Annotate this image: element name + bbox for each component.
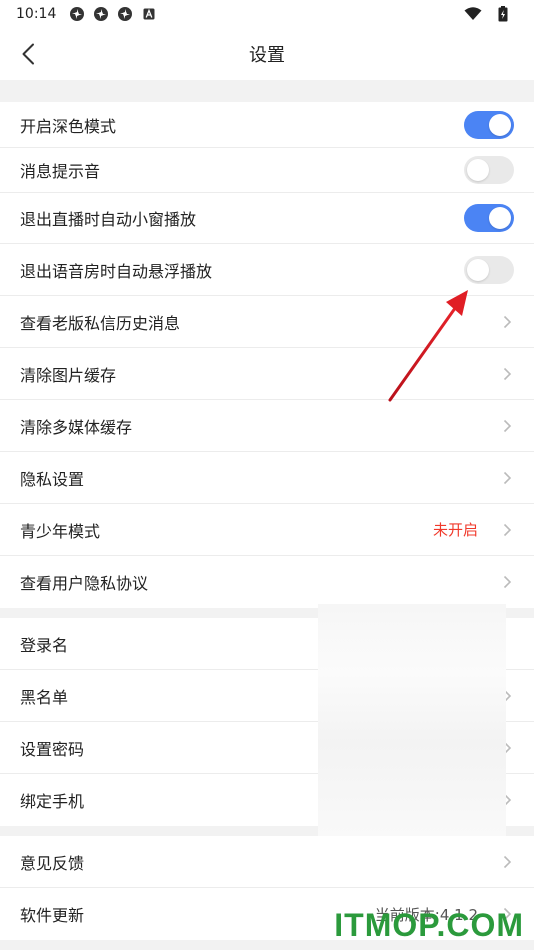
setting-label: 查看用户隐私协议 xyxy=(20,574,149,593)
teen-mode-status: 未开启 xyxy=(432,521,478,539)
blurred-redaction xyxy=(318,604,506,836)
pinwheel-icon xyxy=(68,5,86,23)
pinwheel-icon xyxy=(116,5,134,23)
message-sound-toggle[interactable] xyxy=(464,156,514,184)
dark-mode-toggle[interactable] xyxy=(464,110,514,139)
setting-privacy-agreement[interactable]: 查看用户隐私协议 xyxy=(0,556,534,608)
a-icon xyxy=(140,5,158,23)
pinwheel-icon xyxy=(92,5,110,23)
setting-label: 开启深色模式 xyxy=(20,116,117,136)
setting-privacy[interactable]: 隐私设置 xyxy=(0,452,534,504)
setting-live-mini-window[interactable]: 退出直播时自动小窗播放 xyxy=(0,193,534,244)
setting-label: 黑名单 xyxy=(20,687,69,707)
setting-label: 设置密码 xyxy=(20,739,85,759)
chevron-right-icon xyxy=(500,855,514,869)
setting-feedback[interactable]: 意见反馈 xyxy=(0,836,534,888)
setting-message-sound[interactable]: 消息提示音 xyxy=(0,148,534,193)
setting-label: 绑定手机 xyxy=(20,792,85,811)
back-icon[interactable] xyxy=(14,40,42,68)
chevron-right-icon xyxy=(500,523,514,537)
chevron-right-icon xyxy=(500,419,514,433)
chevron-right-icon xyxy=(500,471,514,485)
setting-label: 软件更新 xyxy=(20,906,85,925)
chevron-right-icon xyxy=(500,367,514,381)
setting-label: 清除图片缓存 xyxy=(20,365,117,385)
chevron-right-icon xyxy=(500,575,514,589)
setting-teen-mode[interactable]: 青少年模式 未开启 xyxy=(0,504,534,556)
battery-icon xyxy=(494,5,512,23)
setting-label: 青少年模式 xyxy=(20,521,101,541)
wifi-icon xyxy=(464,5,482,23)
setting-label: 消息提示音 xyxy=(20,162,101,181)
nav-bar: 设置 xyxy=(0,28,534,80)
setting-label: 退出语音房时自动悬浮播放 xyxy=(20,261,213,281)
page-title: 设置 xyxy=(249,45,285,66)
setting-label: 隐私设置 xyxy=(20,469,85,489)
chevron-right-icon xyxy=(500,315,514,329)
setting-dark-mode[interactable]: 开启深色模式 xyxy=(0,102,534,148)
live-mini-window-toggle[interactable] xyxy=(464,204,514,232)
status-bar: 10:14 xyxy=(0,0,534,28)
setting-label: 查看老版私信历史消息 xyxy=(20,313,181,333)
annotation-arrow-icon xyxy=(388,290,468,402)
status-time: 10:14 xyxy=(16,6,57,22)
setting-label: 清除多媒体缓存 xyxy=(20,417,133,437)
setting-label: 登录名 xyxy=(20,635,69,655)
setting-label: 退出直播时自动小窗播放 xyxy=(20,210,197,229)
voice-room-float-toggle[interactable] xyxy=(464,255,514,284)
setting-label: 意见反馈 xyxy=(20,853,85,873)
watermark-logo: ITMOP.COM xyxy=(334,907,524,943)
